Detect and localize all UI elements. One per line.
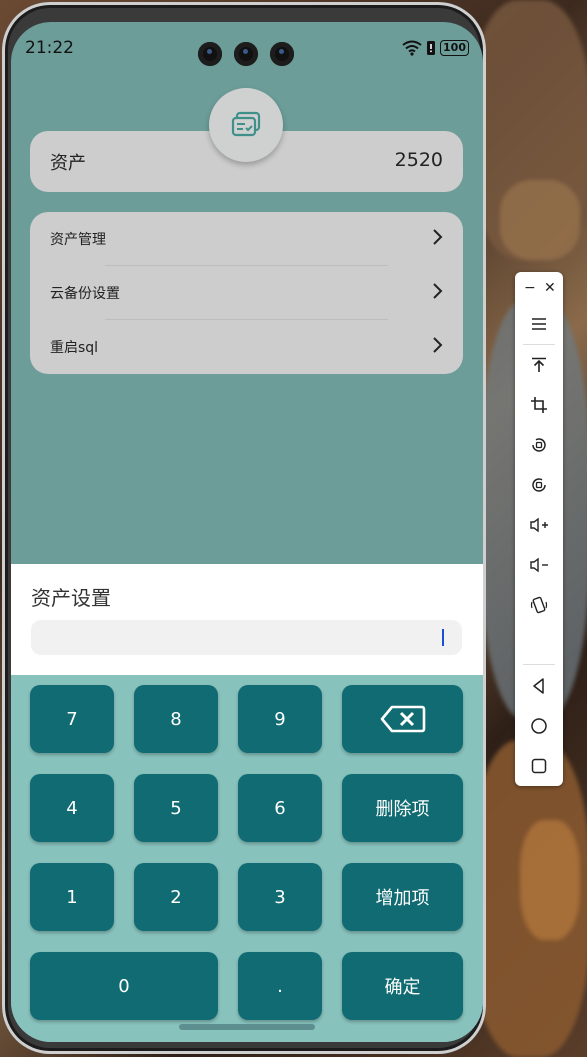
menu-icon[interactable] bbox=[527, 312, 551, 336]
key-decimal[interactable]: . bbox=[238, 952, 322, 1020]
text-caret bbox=[442, 629, 444, 646]
background-shape bbox=[500, 180, 580, 260]
assets-label: 资产 bbox=[50, 153, 86, 174]
key-7[interactable]: 7 bbox=[30, 685, 114, 753]
menu-item-label: 资产管理 bbox=[50, 232, 106, 248]
cards-badge[interactable] bbox=[209, 88, 283, 162]
camera-icon bbox=[198, 42, 222, 66]
key-5[interactable]: 5 bbox=[134, 774, 218, 842]
home-indicator[interactable] bbox=[179, 1024, 315, 1030]
key-3[interactable]: 3 bbox=[238, 863, 322, 931]
background-shape bbox=[520, 820, 580, 940]
volume-up-icon[interactable] bbox=[527, 513, 551, 537]
camera-icon bbox=[270, 42, 294, 66]
key-0[interactable]: 0 bbox=[30, 952, 218, 1020]
volume-down-icon[interactable] bbox=[527, 553, 551, 577]
minimize-icon[interactable]: − bbox=[524, 280, 536, 296]
menu-item-restart-sql[interactable]: 重启sql bbox=[30, 320, 463, 374]
numeric-keypad: 7 8 9 4 5 6 删除项 1 2 3 增加项 0 . 确定 bbox=[11, 675, 483, 1042]
backspace-icon bbox=[380, 705, 425, 733]
pin-top-icon[interactable] bbox=[527, 353, 551, 377]
crop-icon[interactable] bbox=[527, 393, 551, 417]
key-9[interactable]: 9 bbox=[238, 685, 322, 753]
menu-item-label: 云备份设置 bbox=[50, 286, 120, 302]
camera-icon bbox=[234, 42, 258, 66]
chevron-right-icon bbox=[433, 229, 443, 245]
status-bar: 21:22 100 bbox=[11, 22, 483, 82]
delete-item-button[interactable]: 删除项 bbox=[342, 774, 463, 842]
emulator-toolbar: − ✕ bbox=[515, 272, 563, 786]
chevron-right-icon bbox=[433, 337, 443, 353]
add-item-button[interactable]: 增加项 bbox=[342, 863, 463, 931]
key-4[interactable]: 4 bbox=[30, 774, 114, 842]
key-2[interactable]: 2 bbox=[134, 863, 218, 931]
confirm-button[interactable]: 确定 bbox=[342, 952, 463, 1020]
rotate-right-icon[interactable] bbox=[527, 473, 551, 497]
key-6[interactable]: 6 bbox=[238, 774, 322, 842]
backspace-key[interactable] bbox=[342, 685, 463, 753]
status-icons: 100 bbox=[402, 40, 469, 56]
divider bbox=[523, 344, 555, 345]
menu-item-label: 重启sql bbox=[50, 340, 99, 356]
dialog-title: 资产设置 bbox=[31, 586, 111, 610]
back-icon[interactable] bbox=[527, 674, 551, 698]
asset-value-input[interactable] bbox=[31, 620, 462, 655]
asset-settings-dialog: 资产设置 bbox=[11, 564, 483, 675]
recents-icon[interactable] bbox=[527, 754, 551, 778]
wifi-icon bbox=[402, 40, 422, 56]
assets-value: 2520 bbox=[394, 149, 443, 171]
menu-item-cloud-backup[interactable]: 云备份设置 bbox=[30, 266, 463, 320]
chevron-right-icon bbox=[433, 283, 443, 299]
alert-icon bbox=[427, 41, 436, 55]
cards-icon bbox=[231, 111, 261, 137]
shake-icon[interactable] bbox=[527, 593, 551, 617]
divider bbox=[523, 664, 555, 665]
phone-screen: 21:22 100 资产 2520 资产管理 云备份设置 重启sql 资产设置 … bbox=[11, 22, 483, 1042]
phone-frame: 21:22 100 资产 2520 资产管理 云备份设置 重启sql 资产设置 … bbox=[2, 2, 486, 1054]
status-time: 21:22 bbox=[25, 38, 74, 58]
key-8[interactable]: 8 bbox=[134, 685, 218, 753]
key-1[interactable]: 1 bbox=[30, 863, 114, 931]
battery-indicator: 100 bbox=[440, 40, 469, 56]
close-icon[interactable]: ✕ bbox=[544, 280, 556, 296]
home-icon[interactable] bbox=[527, 714, 551, 738]
rotate-left-icon[interactable] bbox=[527, 433, 551, 457]
menu-card: 资产管理 云备份设置 重启sql bbox=[30, 212, 463, 374]
menu-item-asset-management[interactable]: 资产管理 bbox=[30, 212, 463, 266]
